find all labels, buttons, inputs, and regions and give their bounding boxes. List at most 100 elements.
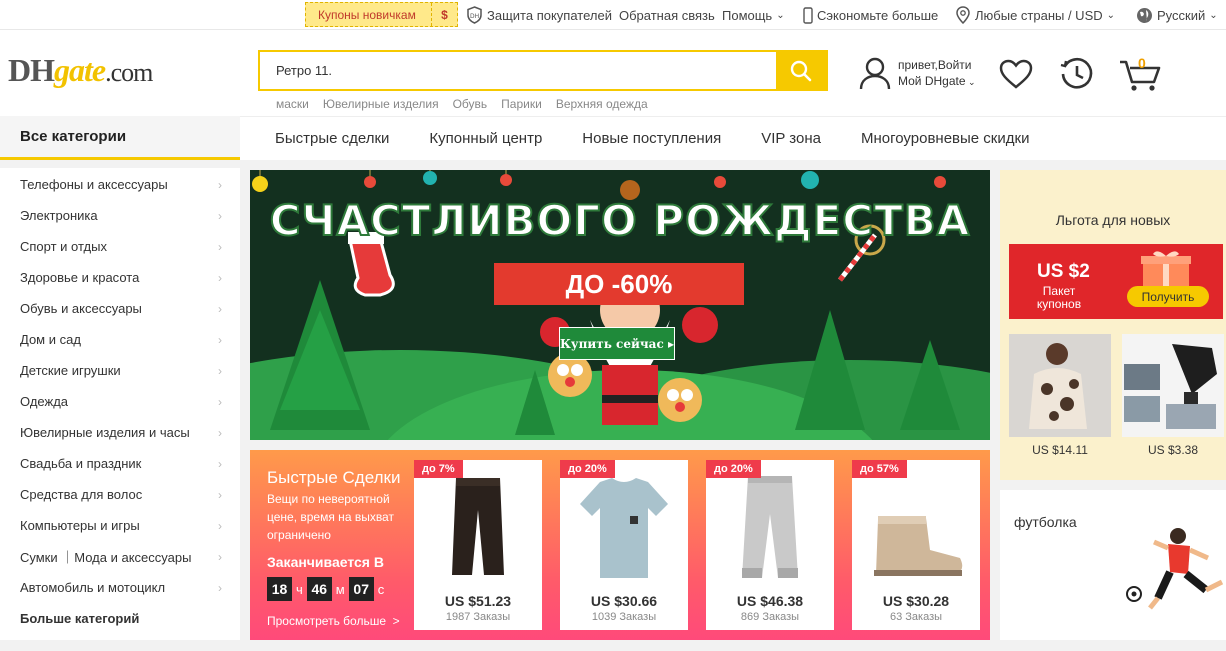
sidebar-item-label: Электроника [20,208,98,223]
nav-vip-zone[interactable]: VIP зона [761,130,821,147]
help-menu[interactable]: Помощь ⌄ [722,0,785,30]
sidebar-item-bags[interactable]: Сумки ｜Мода и аксессуары › [0,541,240,572]
deal-price: US $51.23 [444,593,512,609]
sidebar-item-label: Сумки ｜Мода и аксессуары [20,550,192,565]
get-coupon-button[interactable]: Получить [1127,286,1209,307]
discount-badge: до 57% [852,460,907,478]
sidebar-item-label: Дом и сад [20,332,81,347]
discount-badge: до 7% [414,460,463,478]
chevron-down-icon: ⌄ [776,9,785,21]
flash-deals-title[interactable]: Быстрые Сделки [267,468,400,488]
shield-icon: DH [467,6,482,24]
hot-word[interactable]: Обувь [453,97,488,111]
deal-card[interactable]: до 20% US $46.38 869 Заказы [706,460,834,630]
hot-word[interactable]: Верхняя одежда [556,97,648,111]
sidebar-item-electronics[interactable]: Электроника › [0,200,240,231]
deal-orders: 1039 Заказы [591,611,657,623]
nav-new-arrivals[interactable]: Новые поступления [582,130,721,147]
region-label: Любые страны / USD [975,7,1103,23]
deal-orders: 63 Заказы [889,611,943,623]
sidebar-item-phones[interactable]: Телефоны и аксессуары › [0,169,240,200]
chevron-right-icon: › [218,394,222,409]
search-bar: Ретро 11. [258,50,828,91]
hot-word[interactable]: Парики [501,97,542,111]
chevron-right-icon: › [218,456,222,471]
sidebar-item-sports[interactable]: Спорт и отдых › [0,231,240,262]
seconds-unit: с [377,581,385,597]
deal-orders: 869 Заказы [740,611,800,623]
account-menu[interactable]: привет,Войти Мой DHgate ⌄ [858,56,976,90]
sidebar-item-label: Детские игрушки [20,363,121,378]
sidebar-item-auto[interactable]: Автомобиль и мотоцикл › [0,572,240,603]
product-price: US $14.11 [1032,443,1088,457]
all-categories-button[interactable]: Все категории [0,116,240,160]
banner-discount: ДО -60% [494,263,744,305]
tshirt-product-image [580,478,668,578]
chevron-right-icon: › [218,270,222,285]
deal-card[interactable]: до 7% US $51.23 1987 Заказы [414,460,542,630]
sidebar-item-home[interactable]: Дом и сад › [0,324,240,355]
location-pin-icon [956,6,970,24]
buy-now-button[interactable]: Купить сейчас ▸ [559,327,675,360]
deal-card[interactable]: до 57% US $30.28 63 Заказы [852,460,980,630]
phone-holder-product-image [1122,334,1224,437]
region-currency-menu[interactable]: Любые страны / USD ⌄ [955,0,1115,30]
chevron-right-icon: › [218,425,222,440]
coupon-line1: Пакет [1042,284,1076,298]
boot-product-image [874,516,963,576]
sidebar-more-categories[interactable]: Больше категорий [0,603,240,634]
countdown-timer: 18 ч 46 м 07 с [267,577,384,601]
buyer-protection-link[interactable]: DH Защита покупателей [466,0,612,30]
sidebar-item-label: Обувь и аксессуары [20,301,142,316]
nav-tiered-discounts[interactable]: Многоуровневые скидки [861,130,1029,147]
deal-card[interactable]: до 20% US $30.66 1039 Заказы [560,460,688,630]
my-dhgate-label: Мой DHgate [898,73,966,88]
heart-icon[interactable] [998,58,1034,90]
chevron-right-icon: › [218,487,222,502]
app-save-more-link[interactable]: Сэкономьте больше [803,0,938,30]
christmas-banner[interactable]: СЧАСТЛИВОГО РОЖДЕСТВА ДО -60% Купить сей… [250,170,990,440]
phone-icon [803,6,813,24]
user-icon [859,57,891,90]
football-promo[interactable]: футболка [1000,490,1226,640]
sidebar-item-jewelry[interactable]: Ювелирные изделия и часы › [0,417,240,448]
hot-word[interactable]: маски [276,97,309,111]
view-more-link[interactable]: Просмотреть больше > [267,614,400,628]
coupon-line2: купонов [1036,297,1082,311]
deal-price: US $30.28 [882,593,950,609]
sidebar-item-clothing[interactable]: Одежда › [0,386,240,417]
sidebar-item-computers[interactable]: Компьютеры и игры › [0,510,240,541]
nav-flash-deals[interactable]: Быстрые сделки [275,130,389,147]
sidebar-item-hair[interactable]: Средства для волос › [0,479,240,510]
sidebar-item-label: Больше категорий [20,611,140,626]
protection-label: Защита покупателей [487,7,612,23]
dhgate-logo[interactable]: DHgate.com [8,52,153,89]
newbie-coupon-button[interactable]: Купоны новичкам $ [305,2,458,27]
chevron-right-icon: › [218,580,222,595]
hot-word[interactable]: Ювелирные изделия [323,97,439,111]
coupon-label: Купоны новичкам [318,7,416,22]
globe-icon [1137,7,1152,23]
product-tile[interactable] [1122,334,1224,437]
search-input[interactable]: Ретро 11. [260,52,776,89]
sidebar-item-label: Ювелирные изделия и часы [20,425,190,440]
coupon-pack-card[interactable]: US $2 Пакет купонов Получить [1009,244,1223,319]
sidebar-item-health[interactable]: Здоровье и красота › [0,262,240,293]
countdown-minutes: 46 [306,577,332,601]
chevron-down-icon: ⌄ [1106,9,1116,21]
product-tile[interactable] [1009,334,1111,437]
language-label: Русский [1157,7,1206,23]
sidebar-item-toys[interactable]: Детские игрушки › [0,355,240,386]
logo-dh: DH [8,52,55,88]
sidebar-item-label: Средства для волос [20,487,143,502]
nav-coupon-center[interactable]: Купонный центр [429,130,542,147]
save-more-label: Сэкономьте больше [817,7,939,23]
search-button[interactable] [776,52,826,89]
sidebar-item-wedding[interactable]: Свадьба и праздник › [0,448,240,479]
sidebar-item-shoes[interactable]: Обувь и аксессуары › [0,293,240,324]
help-label: Помощь [722,7,773,23]
sidebar-item-label: Здоровье и красота [20,270,140,285]
language-menu[interactable]: Русский ⌄ [1136,0,1218,30]
history-icon[interactable] [1059,56,1095,92]
feedback-link[interactable]: Обратная связь [619,0,715,30]
